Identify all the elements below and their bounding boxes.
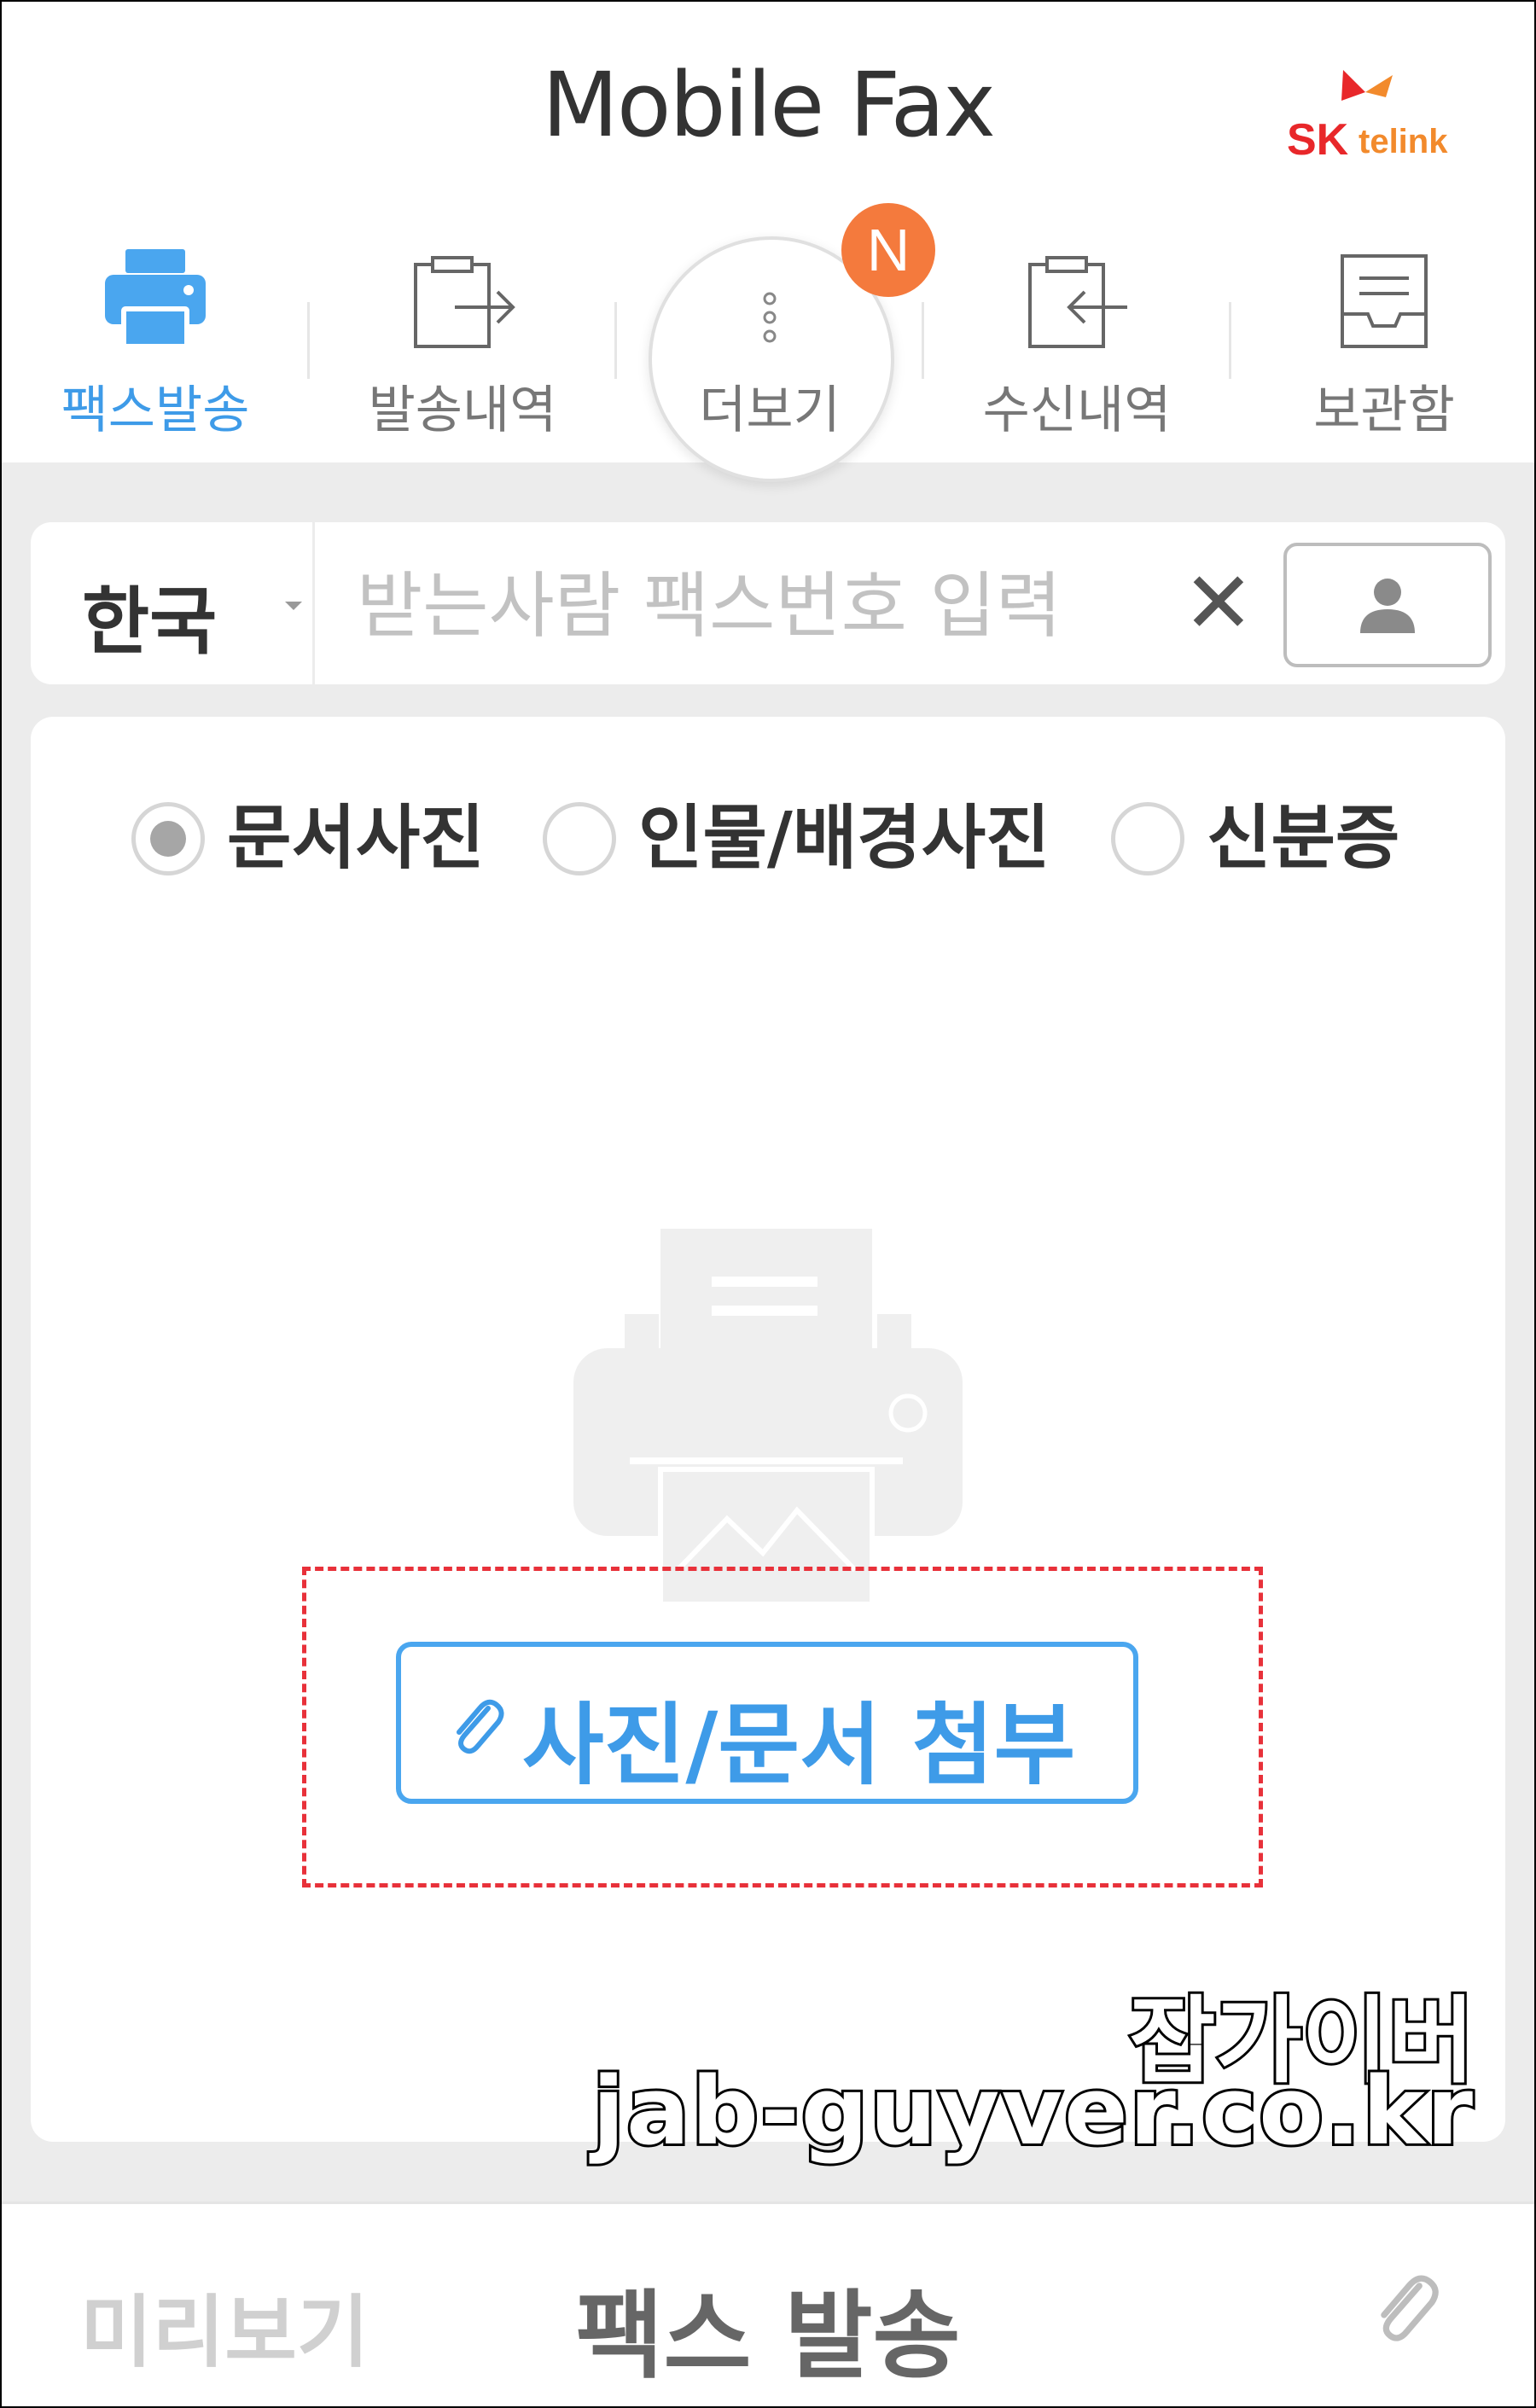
- nav-label: 수신내역: [982, 381, 1172, 440]
- radio-label: 인물/배경사진: [638, 798, 1050, 879]
- country-select[interactable]: 한국: [82, 561, 217, 668]
- nav-divider: [307, 302, 310, 379]
- sk-butterfly-icon: [1341, 70, 1393, 101]
- app-window: Mobile Fax SK telink 팩스발송 발송내역 더보기 수신내역 …: [0, 0, 1536, 2408]
- clear-icon[interactable]: ✕: [1183, 556, 1254, 650]
- divider: [312, 522, 315, 684]
- fax-number-input[interactable]: [355, 558, 1195, 654]
- nav-send-history[interactable]: 발송내역: [317, 241, 608, 462]
- radio-label: 신분증: [1207, 798, 1400, 879]
- caret-down-icon: [285, 602, 302, 610]
- nav-divider: [1229, 302, 1231, 379]
- nav-receive-history[interactable]: 수신내역: [932, 241, 1222, 462]
- paperclip-icon: [457, 1699, 504, 1754]
- brand-sk: SK: [1287, 115, 1349, 165]
- new-badge: N: [841, 203, 935, 297]
- header: Mobile Fax SK telink 팩스발송 발송내역 더보기 수신내역 …: [2, 2, 1534, 482]
- radio-indicator: [131, 802, 205, 875]
- printer-illustration: [573, 1229, 963, 1608]
- attach-photo-document-button[interactable]: 사진/문서 첨부: [396, 1642, 1138, 1804]
- nav-label: 팩스발송: [61, 381, 250, 440]
- archive-tray-icon: [1329, 249, 1440, 355]
- contacts-button[interactable]: [1283, 543, 1492, 667]
- person-icon: [1360, 579, 1415, 633]
- attach-paperclip-button[interactable]: [1365, 2267, 1442, 2347]
- more-vertical-icon: [714, 249, 825, 355]
- nav-label: 더보기: [699, 381, 841, 440]
- nav-label: 발송내역: [368, 381, 557, 440]
- printer-icon: [100, 249, 211, 355]
- paperclip-icon: [1381, 2275, 1439, 2341]
- radio-label: 문서사진: [227, 798, 485, 879]
- nav-fax-send[interactable]: 팩스발송: [10, 241, 300, 462]
- bottom-bar: 미리보기 팩스 발송: [2, 2202, 1534, 2406]
- brand-telink: telink: [1359, 123, 1448, 160]
- watermark-url: jab-guyver.co.kr: [590, 2054, 1475, 2168]
- recipient-bar: 한국 ✕: [31, 522, 1505, 684]
- send-fax-button[interactable]: 팩스 발송: [2, 2259, 1534, 2397]
- send-history-icon: [407, 249, 518, 355]
- nav-divider: [614, 302, 617, 379]
- top-nav: 팩스발송 발송내역 더보기 수신내역 보관함: [2, 241, 1534, 462]
- upload-card: 문서사진 인물/배경사진 신분증 사진/문서 첨부: [31, 717, 1505, 2142]
- receive-history-icon: [1021, 249, 1132, 355]
- nav-label: 보관함: [1313, 381, 1455, 440]
- nav-divider: [922, 302, 924, 379]
- radio-indicator: [1111, 802, 1184, 875]
- radio-indicator: [543, 802, 616, 875]
- brand-logo: SK telink: [1287, 67, 1475, 165]
- nav-archive[interactable]: 보관함: [1239, 241, 1529, 462]
- attach-label: 사진/문서 첨부: [522, 1693, 1076, 1797]
